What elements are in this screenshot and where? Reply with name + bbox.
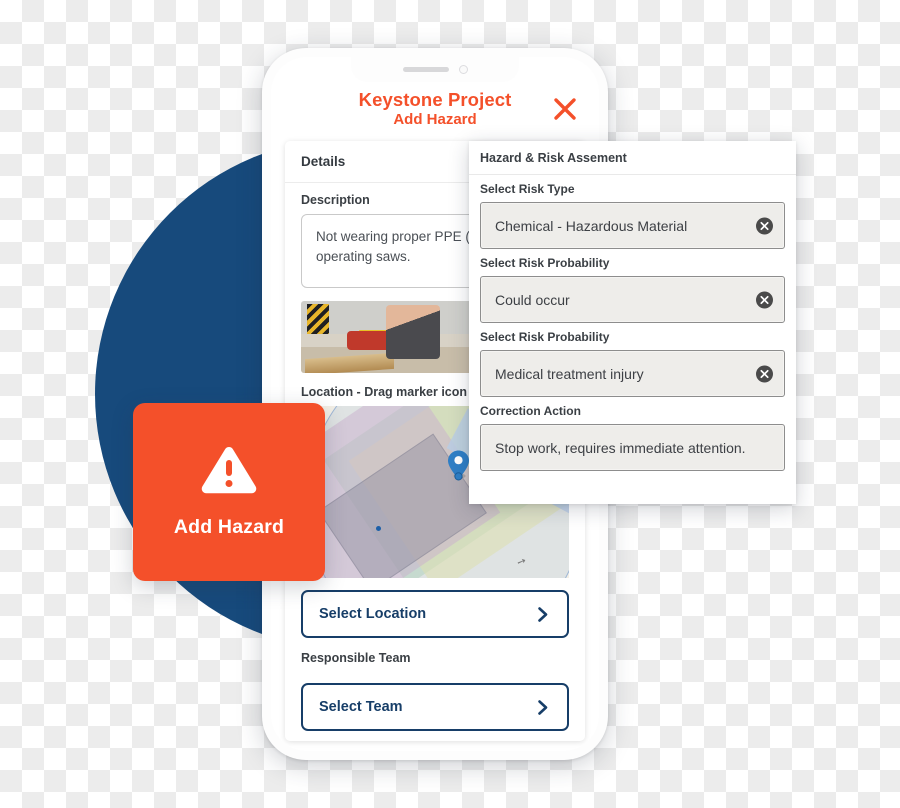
responsible-team-label: Responsible Team (301, 651, 411, 665)
select-location-button[interactable]: Select Location (301, 590, 569, 638)
phone-notch (351, 57, 519, 82)
select-location-label: Select Location (319, 606, 427, 622)
risk-probability-value: Could occur (495, 291, 570, 308)
risk-panel-title: Hazard & Risk Assement (480, 150, 627, 165)
risk-severity-label: Select Risk Probability (480, 330, 610, 344)
circular-saw-icon (347, 331, 394, 350)
clear-circle-icon[interactable] (756, 365, 773, 382)
photo-thumbnail[interactable] (301, 301, 479, 373)
clear-circle-icon[interactable] (756, 217, 773, 234)
chevron-right-icon (534, 606, 551, 623)
clear-circle-icon[interactable] (756, 291, 773, 308)
risk-severity-field: Select Risk Probability Medical treatmen… (469, 323, 796, 397)
correction-action-label: Correction Action (480, 404, 581, 418)
map-pin-icon[interactable] (446, 449, 471, 483)
risk-type-input[interactable]: Chemical - Hazardous Material (480, 202, 785, 249)
correction-action-value: Stop work, requires immediate attention. (495, 439, 746, 456)
warning-triangle-icon (200, 445, 258, 502)
chevron-right-icon (534, 699, 551, 716)
front-camera-icon (458, 65, 468, 74)
tab-details-label: Details (301, 154, 346, 169)
speaker-grille-icon (402, 67, 449, 72)
add-hazard-label: Add Hazard (173, 516, 285, 538)
correction-action-field: Correction Action Stop work, requires im… (469, 397, 796, 471)
risk-panel-header: Hazard & Risk Assement (469, 141, 796, 175)
risk-type-label: Select Risk Type (480, 182, 575, 196)
risk-type-field: Select Risk Type Chemical - Hazardous Ma… (469, 175, 796, 249)
add-hazard-card[interactable]: Add Hazard (133, 403, 325, 581)
screenshot-stage: Keystone Project Add Hazard Details Desc… (0, 0, 900, 808)
risk-probability-field: Select Risk Probability Could occur (469, 249, 796, 323)
risk-severity-value: Medical treatment injury (495, 365, 644, 382)
hazard-risk-assessment-panel: Hazard & Risk Assement Select Risk Type … (469, 141, 796, 504)
risk-probability-input[interactable]: Could occur (480, 276, 785, 323)
lumber-shape (304, 352, 394, 373)
select-team-button[interactable]: Select Team (301, 683, 569, 731)
risk-severity-input[interactable]: Medical treatment injury (480, 350, 785, 397)
select-team-label: Select Team (319, 699, 403, 715)
risk-probability-label: Select Risk Probability (480, 256, 610, 270)
risk-type-value: Chemical - Hazardous Material (495, 217, 688, 234)
correction-action-input[interactable]: Stop work, requires immediate attention. (480, 424, 785, 471)
close-icon[interactable] (549, 93, 581, 125)
